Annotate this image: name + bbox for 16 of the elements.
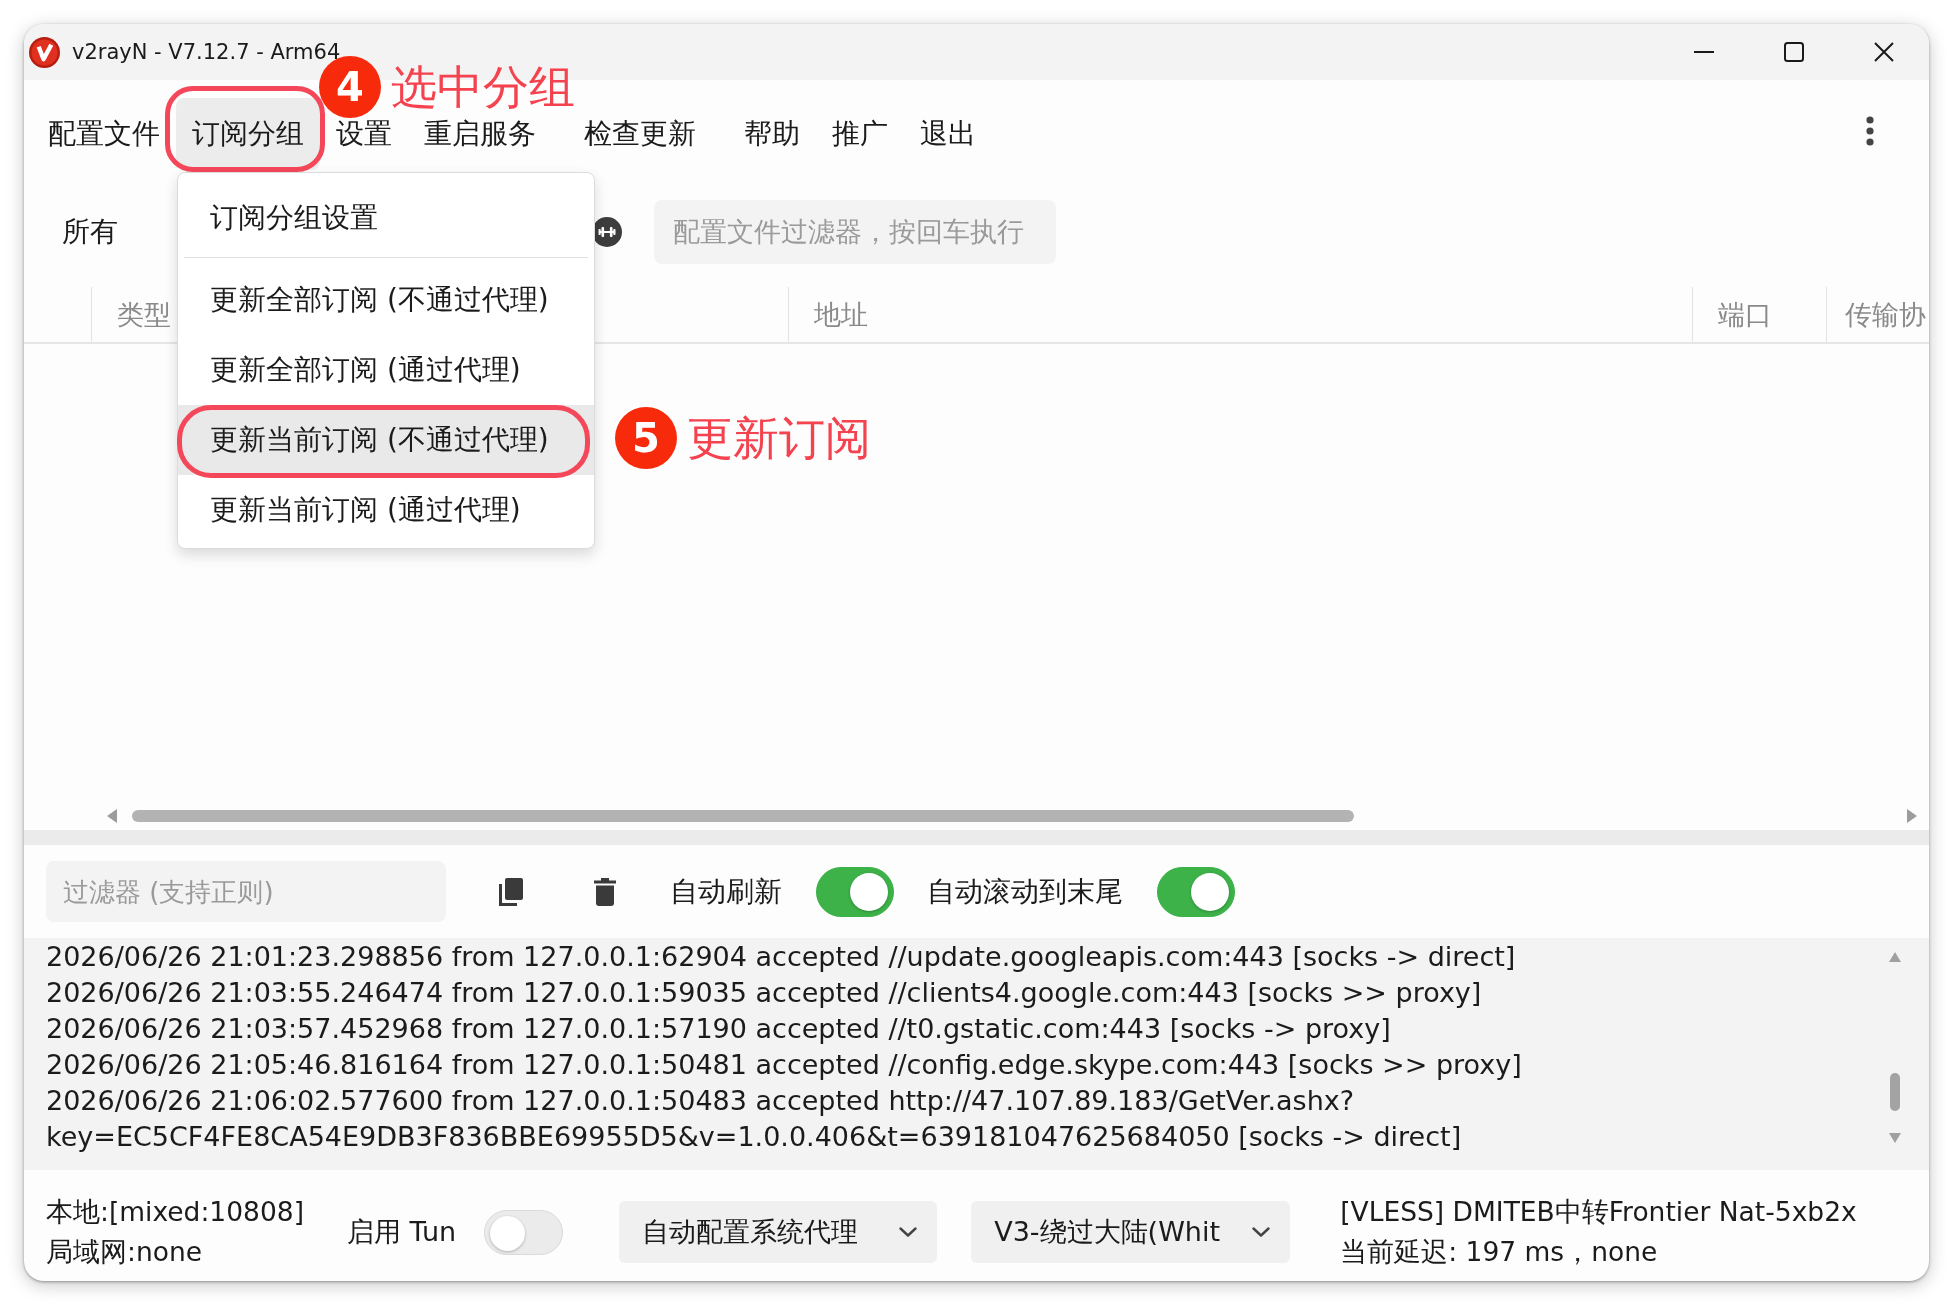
log-line: 2026/06/26 21:03:55.246474 from 127.0.0.1:59035 accepted //clients4.google.com:443 [socks >> proxy]: [46, 976, 1483, 1010]
log-line: 2026/06/26 21:06:02.577600 from 127.0.0.1:50483 accepted http://47.107.89.183/GetVer.ashx?: [46, 1084, 1356, 1118]
status-text: 局域网:none: [46, 1235, 204, 1269]
switch-label: 自动刷新: [670, 873, 782, 910]
log-line: 2026/06/26 21:01:23.298856 from 127.0.0.1:62904 accepted //update.googleapis.com:443 [socks -> direct]: [46, 940, 1517, 974]
status-text: 本地:[mixed:10808]: [46, 1195, 305, 1229]
log-line: 2026/06/26 21:05:46.816164 from 127.0.0.1:50481 accepted //config.edge.skype.com:443 [socks >> proxy]: [46, 1048, 1523, 1082]
step-number: 5: [615, 407, 677, 469]
log-line: key=EC5CF4FE8CA54E9DB3F836BBE69955D5&v=1.0.0.406&t=639181047625684050 [socks -> direct]: [46, 1120, 1463, 1154]
switch-label: 自动滚动到末尾: [927, 873, 1123, 910]
status-text: [VLESS] DMITEB中转Frontier Nat-5xb2x: [1340, 1195, 1857, 1229]
callout-label: 选中分组: [391, 59, 575, 115]
switch-label: 启用 Tun: [347, 1215, 457, 1249]
log-line: 2026/06/26 21:03:57.452968 from 127.0.0.1:57190 accepted //t0.gstatic.com:443 [socks -> proxy]: [46, 1012, 1392, 1046]
status-text: 当前延迟: 197 ms，none: [1340, 1235, 1659, 1269]
callout-label: 更新订阅: [687, 410, 871, 466]
